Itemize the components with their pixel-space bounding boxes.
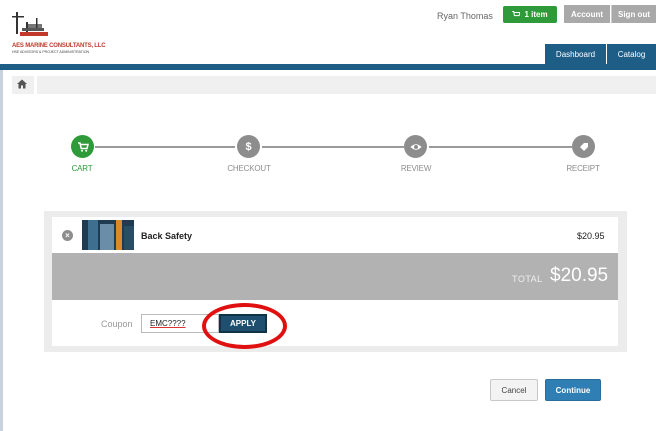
- cart-item-row: [52, 217, 618, 253]
- dollar-icon: $: [245, 140, 252, 153]
- step-label-checkout: CHECKOUT: [227, 164, 271, 173]
- step-connector: [429, 146, 572, 148]
- step-label-cart: CART: [71, 164, 93, 173]
- cart-small-icon: [512, 11, 521, 17]
- step-connector: [262, 146, 404, 148]
- oil-rig-logo-icon: [12, 12, 48, 36]
- step-review: [404, 135, 427, 158]
- tab-catalog[interactable]: Catalog: [607, 44, 656, 64]
- step-label-receipt: RECEIPT: [566, 164, 600, 173]
- cart-count: 1 item: [524, 10, 548, 19]
- eye-icon: [410, 143, 421, 150]
- home-icon[interactable]: [17, 79, 27, 89]
- coupon-row: [52, 300, 618, 346]
- cancel-button[interactable]: Cancel: [490, 379, 538, 401]
- account-button[interactable]: Account: [564, 5, 610, 23]
- logo-title: AES MARINE CONSULTANTS, LLC: [12, 43, 106, 49]
- tag-icon: [579, 142, 588, 151]
- step-receipt: [572, 135, 595, 158]
- coupon-label: Coupon: [101, 319, 133, 329]
- coupon-input[interactable]: EMC????: [141, 314, 219, 333]
- user-name: Ryan Thomas: [437, 11, 493, 21]
- step-cart[interactable]: [71, 135, 94, 158]
- coupon-input-value: EMC????: [150, 319, 186, 328]
- page: AES MARINE CONSULTANTS, LLC HSE ADVISORS…: [0, 0, 656, 431]
- apply-coupon-button[interactable]: APPLY: [219, 314, 267, 333]
- breadcrumb-divider: [34, 76, 37, 94]
- remove-item-icon[interactable]: ×: [62, 230, 73, 241]
- cart-item-name: Back Safety: [141, 231, 193, 241]
- company-logo[interactable]: AES MARINE CONSULTANTS, LLC HSE ADVISORS…: [12, 10, 112, 55]
- signout-button[interactable]: Sign out: [611, 5, 656, 23]
- step-connector: [95, 146, 235, 148]
- total-label: TOTAL: [512, 274, 543, 284]
- tab-dashboard[interactable]: Dashboard: [545, 44, 606, 64]
- cart-item-price: $20.95: [577, 231, 605, 241]
- breadcrumb: [12, 76, 656, 94]
- continue-button[interactable]: Continue: [545, 379, 601, 401]
- product-thumbnail: [82, 220, 134, 250]
- step-label-review: REVIEW: [400, 164, 432, 173]
- cart-icon: [77, 141, 89, 152]
- total-value: $20.95: [550, 265, 609, 286]
- product-image: [82, 220, 134, 250]
- cart-button[interactable]: 1 item: [503, 6, 557, 23]
- logo-subtitle: HSE ADVISORS & PROJECT ADMINISTRATION: [12, 50, 90, 54]
- step-checkout: $: [237, 135, 260, 158]
